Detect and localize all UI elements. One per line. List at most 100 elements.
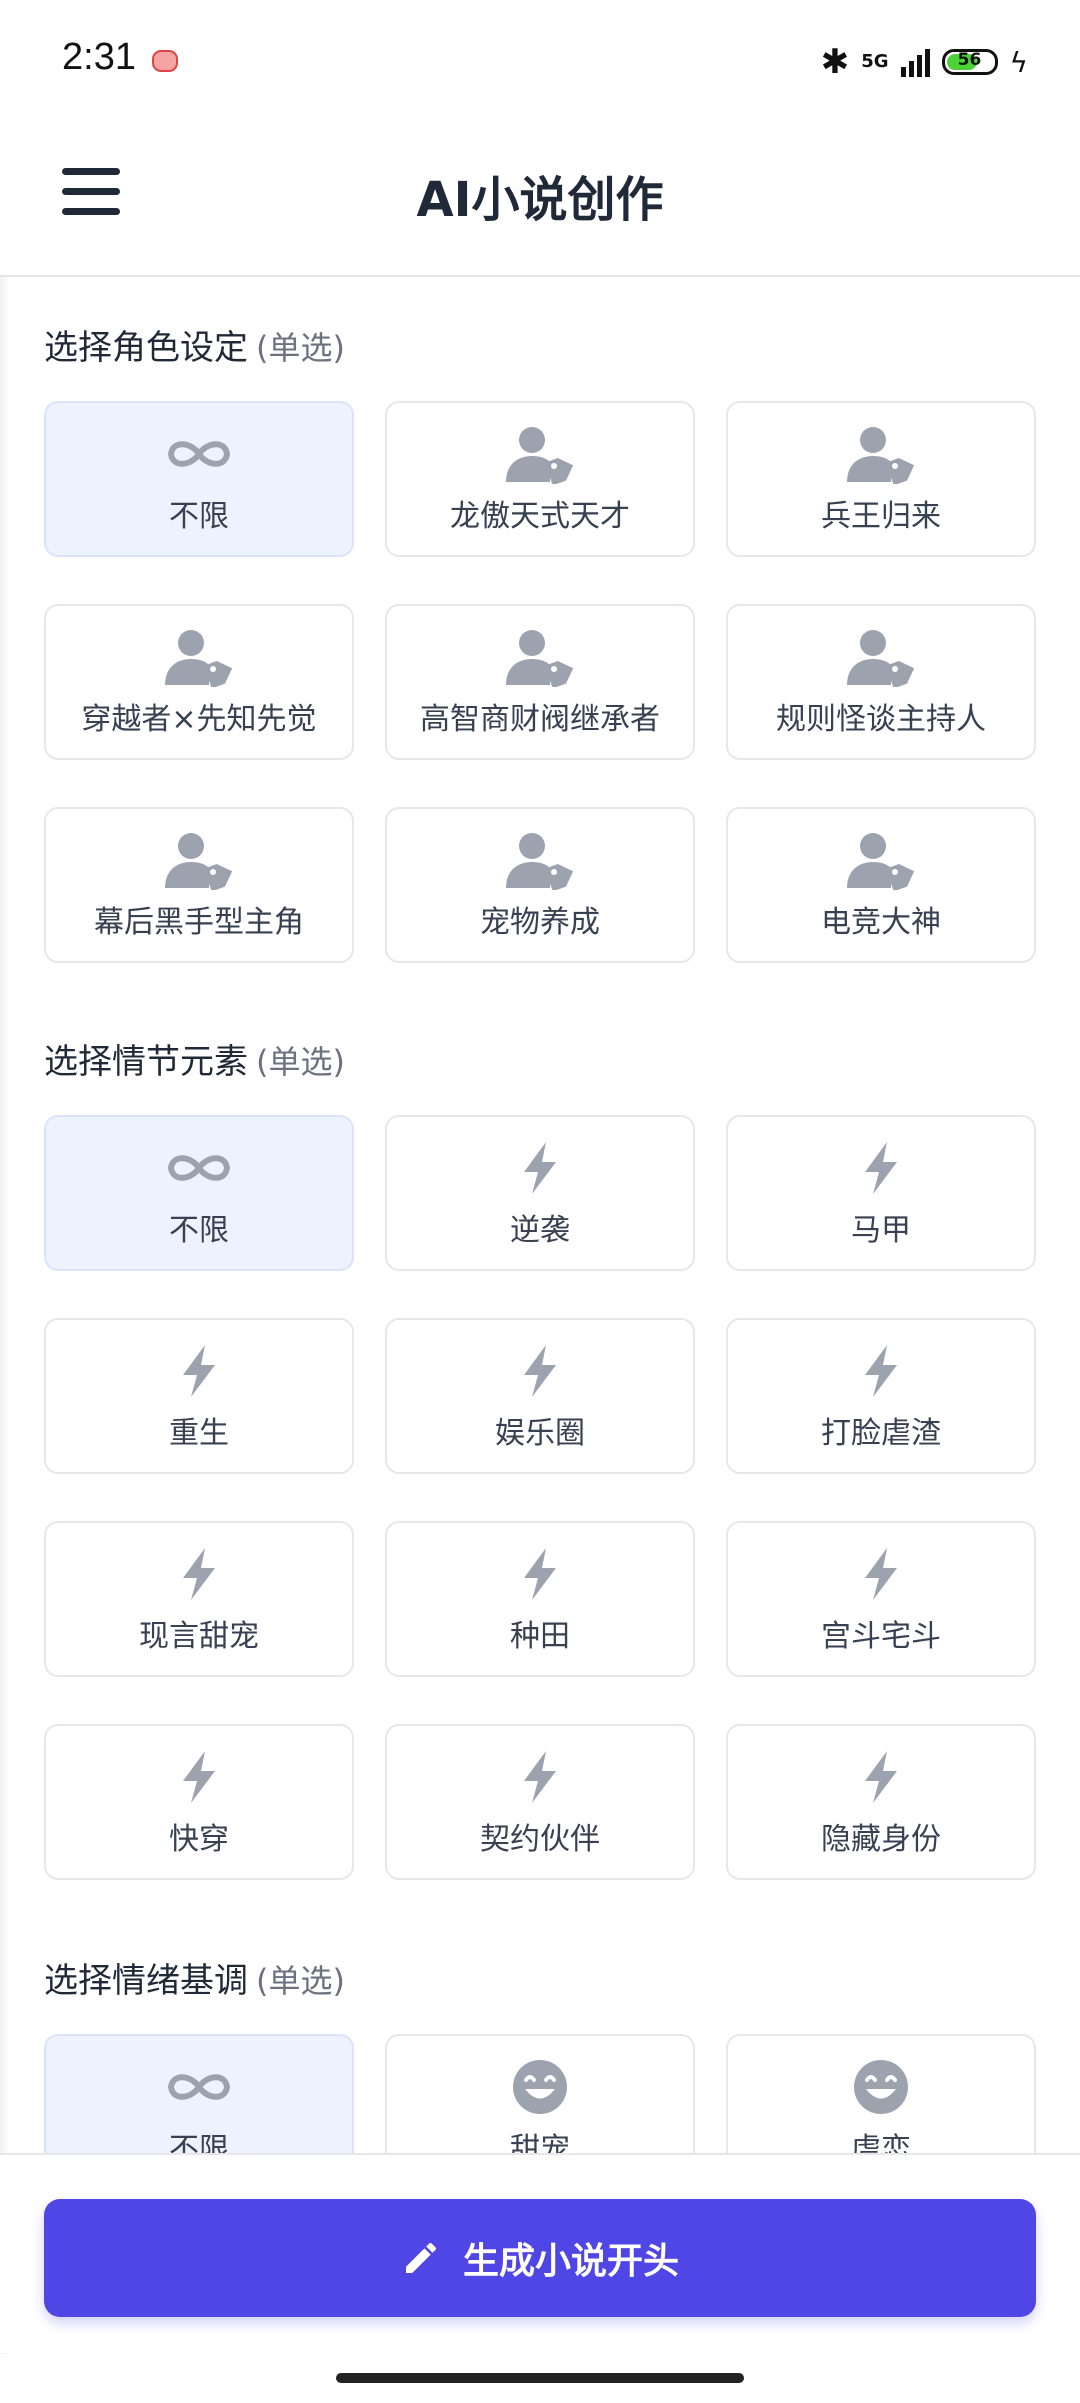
section-role-setting: 选择角色设定 (单选) 不限 龙傲天式天才 兵王归来穿越者×先知先觉 高智商财阀继承者 规则…: [44, 313, 1036, 963]
option-label: 不限: [169, 1213, 229, 1248]
option-label: 不限: [169, 2132, 229, 2153]
option-card[interactable]: 快穿: [44, 1724, 354, 1880]
option-label: 规则怪谈主持人: [776, 702, 986, 737]
lightning-icon: [177, 1543, 221, 1605]
generate-novel-button[interactable]: 生成小说开头: [44, 2199, 1036, 2317]
option-card[interactable]: 高智商财阀继承者: [385, 604, 695, 760]
section-title: 选择情节元素 (单选): [44, 1027, 1036, 1097]
option-label: 现言甜宠: [139, 1619, 259, 1654]
app-notification-icon: [152, 50, 178, 72]
option-grid: 不限 逆袭 马甲重生 娱乐圈 打脸虐渣现言甜宠 种田 宫斗宅斗快穿 契约伙伴 隐藏身份: [44, 1115, 1036, 1880]
option-card[interactable]: 幕后黑手型主角: [44, 807, 354, 963]
lightning-icon: [518, 1137, 562, 1199]
lightning-icon: [859, 1340, 903, 1402]
option-label: 逆袭: [510, 1213, 570, 1248]
option-label: 龙傲天式天才: [450, 499, 630, 534]
user-tag-icon: [504, 829, 576, 891]
section-title: 选择情绪基调 (单选): [44, 1946, 1036, 2016]
option-card[interactable]: 规则怪谈主持人: [726, 604, 1036, 760]
option-card[interactable]: 种田: [385, 1521, 695, 1677]
battery-icon: 56: [941, 49, 998, 75]
option-grid: 不限 甜宠 虐恋: [44, 2034, 1036, 2153]
option-label: 马甲: [851, 1213, 911, 1248]
lightning-icon: [177, 1746, 221, 1808]
smile-icon: [852, 2056, 910, 2118]
option-label: 种田: [510, 1619, 570, 1654]
option-card[interactable]: 龙傲天式天才: [385, 401, 695, 557]
option-label: 电竞大神: [821, 905, 941, 940]
option-card[interactable]: 穿越者×先知先觉: [44, 604, 354, 760]
user-tag-icon: [163, 626, 235, 688]
home-indicator[interactable]: [336, 2373, 744, 2383]
lightning-icon: [518, 1746, 562, 1808]
option-label: 宫斗宅斗: [821, 1619, 941, 1654]
lightning-icon: [177, 1340, 221, 1402]
single-select-hint: (单选): [256, 329, 345, 367]
section-title-text: 选择情节元素: [44, 1042, 248, 1082]
section-plot-element: 选择情节元素 (单选) 不限 逆袭 马甲重生 娱乐圈 打脸虐渣现言甜宠 种田 宫斗宅斗快穿 契约伙…: [44, 1027, 1036, 1880]
network-type: 5G: [861, 51, 889, 72]
infinity-icon: [163, 2056, 235, 2118]
option-card[interactable]: 契约伙伴: [385, 1724, 695, 1880]
option-card[interactable]: 打脸虐渣: [726, 1318, 1036, 1474]
lightning-icon: [518, 1543, 562, 1605]
option-card[interactable]: 不限: [44, 2034, 354, 2153]
option-card[interactable]: 逆袭: [385, 1115, 695, 1271]
lightning-icon: [859, 1543, 903, 1605]
single-select-hint: (单选): [256, 1043, 345, 1081]
status-time: 2:31: [62, 36, 136, 78]
option-label: 契约伙伴: [480, 1822, 600, 1857]
infinity-icon: [163, 1137, 235, 1199]
status-bar: 2:31 ✱ 5G 56 ϟ: [0, 0, 1080, 104]
option-label: 宠物养成: [480, 905, 600, 940]
option-label: 兵王归来: [821, 499, 941, 534]
lightning-icon: [859, 1746, 903, 1808]
option-label: 高智商财阀继承者: [420, 702, 660, 737]
option-card[interactable]: 不限: [44, 1115, 354, 1271]
section-title-text: 选择情绪基调: [44, 1961, 248, 2001]
option-label: 虐恋: [851, 2132, 911, 2153]
user-tag-icon: [163, 829, 235, 891]
option-grid: 不限 龙傲天式天才 兵王归来穿越者×先知先觉 高智商财阀继承者 规则怪谈主持人幕后黑手型…: [44, 401, 1036, 963]
page-title: AI小说创作: [416, 172, 664, 228]
user-tag-icon: [504, 626, 576, 688]
smile-icon: [511, 2056, 569, 2118]
option-label: 不限: [169, 499, 229, 534]
option-label: 甜宠: [510, 2132, 570, 2153]
option-label: 隐藏身份: [821, 1822, 941, 1857]
charging-icon: ϟ: [1009, 45, 1028, 79]
generate-button-label: 生成小说开头: [462, 2241, 679, 2282]
options-scroll-area[interactable]: 选择角色设定 (单选) 不限 龙傲天式天才 兵王归来 穿越者×先知先觉 高智商财阀继承者 规则…: [0, 277, 1080, 2153]
option-label: 快穿: [169, 1822, 229, 1857]
option-card[interactable]: 宠物养成: [385, 807, 695, 963]
option-card[interactable]: 兵王归来: [726, 401, 1036, 557]
user-tag-icon: [845, 626, 917, 688]
option-card[interactable]: 马甲: [726, 1115, 1036, 1271]
section-title: 选择角色设定 (单选): [44, 313, 1036, 383]
option-card[interactable]: 现言甜宠: [44, 1521, 354, 1677]
option-label: 重生: [169, 1416, 229, 1451]
option-label: 穿越者×先知先觉: [81, 702, 317, 737]
infinity-icon: [163, 423, 235, 485]
user-tag-icon: [845, 829, 917, 891]
option-card[interactable]: 娱乐圈: [385, 1318, 695, 1474]
signal-icon: [900, 47, 930, 77]
option-card[interactable]: 不限: [44, 401, 354, 557]
option-card[interactable]: 隐藏身份: [726, 1724, 1036, 1880]
lightning-icon: [518, 1340, 562, 1402]
pencil-icon: [401, 2238, 441, 2278]
option-label: 幕后黑手型主角: [94, 905, 304, 940]
option-label: 打脸虐渣: [821, 1416, 941, 1451]
option-label: 娱乐圈: [495, 1416, 585, 1451]
user-tag-icon: [845, 423, 917, 485]
bottom-bar: 生成小说开头: [0, 2153, 1080, 2353]
app-bar: AI小说创作: [0, 104, 1080, 277]
option-card[interactable]: 虐恋: [726, 2034, 1036, 2153]
option-card[interactable]: 电竞大神: [726, 807, 1036, 963]
option-card[interactable]: 重生: [44, 1318, 354, 1474]
section-title-text: 选择角色设定: [44, 328, 248, 368]
option-card[interactable]: 宫斗宅斗: [726, 1521, 1036, 1677]
option-card[interactable]: 甜宠: [385, 2034, 695, 2153]
single-select-hint: (单选): [256, 1962, 345, 2000]
status-icons: ✱ 5G 56 ϟ: [821, 42, 1028, 82]
